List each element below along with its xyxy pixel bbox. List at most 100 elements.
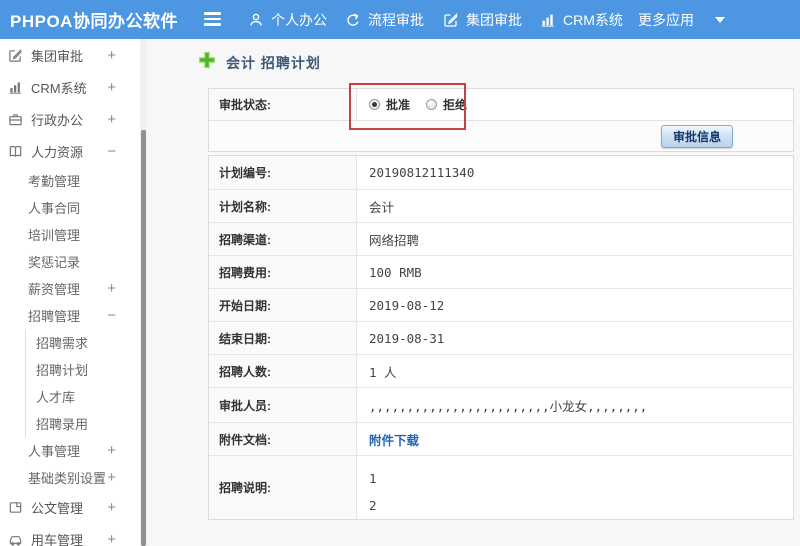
briefcase-icon <box>8 111 24 127</box>
radio-label: 拒绝 <box>443 98 468 112</box>
sidebar-item-label: 行政办公 <box>31 112 84 128</box>
sidebar-item-crm[interactable]: CRM系统 + <box>0 71 140 103</box>
nav-item-workflow-approval[interactable]: 流程审批 <box>345 0 424 39</box>
collapse-icon: − <box>107 307 116 324</box>
sidebar-item-recruit-plan[interactable]: 招聘计划 <box>26 356 140 383</box>
caret-down-icon <box>715 16 725 23</box>
nav-label: 集团审批 <box>466 11 522 28</box>
recruit-submenu: 招聘需求 招聘计划 人才库 招聘录用 <box>25 329 140 437</box>
value-headcount: 1 人 <box>369 364 397 380</box>
recruit-plan-detail-table: 计划编号: 20190812111340 计划名称: 会计 招聘渠道: 网络招聘… <box>208 155 794 520</box>
row-label: 附件文档: <box>209 423 357 455</box>
sidebar: 集团审批 + CRM系统 + 行政办公 + 人力资源 − 考勤管理 人事合同 培… <box>0 39 140 546</box>
page-title: 会计 招聘计划 <box>226 54 321 71</box>
expand-icon: + <box>107 442 116 459</box>
value-plan-number: 20190812111340 <box>369 165 475 180</box>
description-line: 1 <box>369 471 377 486</box>
expand-icon: + <box>107 78 116 96</box>
expand-icon: + <box>107 498 116 516</box>
car-icon <box>8 531 24 546</box>
radio-button-selected-icon[interactable] <box>369 99 380 110</box>
sidebar-item-label: 招聘计划 <box>36 363 89 378</box>
sidebar-item-document-mgmt[interactable]: 公文管理 + <box>0 491 140 523</box>
expand-icon: + <box>107 46 116 64</box>
value-attachment: 附件下载 <box>357 423 793 455</box>
sidebar-item-personnel-contract[interactable]: 人事合同 <box>0 194 140 221</box>
expand-icon: + <box>107 110 116 128</box>
table-row: 招聘渠道: 网络招聘 <box>209 222 793 255</box>
row-label: 招聘费用: <box>209 256 357 288</box>
sidebar-item-label: 用车管理 <box>31 532 84 546</box>
sidebar-item-recruit-mgmt[interactable]: 招聘管理 − <box>0 302 140 329</box>
bar-chart-icon <box>8 79 24 95</box>
description-line: 2 <box>369 498 377 513</box>
expand-icon: + <box>107 469 116 486</box>
row-label: 计划编号: <box>209 156 357 189</box>
expand-icon: + <box>107 280 116 297</box>
radio-label: 批准 <box>386 98 411 112</box>
nav-item-crm[interactable]: CRM系统 <box>540 0 623 39</box>
sidebar-item-label: 公文管理 <box>31 500 84 516</box>
sidebar-item-label: 培训管理 <box>28 228 81 243</box>
nav-label: 个人办公 <box>271 11 327 28</box>
row-label: 结束日期: <box>209 322 357 354</box>
sidebar-scrollbar-thumb[interactable] <box>141 130 146 546</box>
sidebar-item-personnel-mgmt[interactable]: 人事管理 + <box>0 437 140 464</box>
row-label: 开始日期: <box>209 289 357 321</box>
hamburger-menu-icon[interactable] <box>204 12 221 29</box>
table-row: 招聘说明: 1 2 <box>209 455 793 519</box>
sidebar-item-rewards-records[interactable]: 奖惩记录 <box>0 248 140 275</box>
sidebar-item-label: 招聘录用 <box>36 417 89 432</box>
workflow-icon <box>345 12 361 28</box>
row-label: 招聘人数: <box>209 355 357 387</box>
sidebar-item-talent-pool[interactable]: 人才库 <box>26 383 140 410</box>
document-icon <box>8 499 24 515</box>
row-label: 招聘说明: <box>209 456 357 519</box>
sidebar-item-attendance[interactable]: 考勤管理 <box>0 167 140 194</box>
nav-item-group-approval[interactable]: 集团审批 <box>443 0 522 39</box>
sidebar-item-recruit-demand[interactable]: 招聘需求 <box>26 329 140 356</box>
value-recruit-cost: 100 RMB <box>369 264 422 280</box>
sidebar-scrollbar-track <box>140 39 147 546</box>
collapse-icon: − <box>107 142 116 160</box>
table-row: 招聘费用: 100 RMB <box>209 255 793 288</box>
edit-icon <box>443 12 459 28</box>
sidebar-item-base-category[interactable]: 基础类别设置 + <box>0 464 140 491</box>
sidebar-item-admin-office[interactable]: 行政办公 + <box>0 103 140 135</box>
value-recruit-channel: 网络招聘 <box>369 232 420 248</box>
nav-item-more-apps[interactable]: 更多应用 <box>638 0 725 39</box>
table-row: 计划名称: 会计 <box>209 189 793 222</box>
row-label: 审批人员: <box>209 388 357 422</box>
attachment-download-link[interactable]: 附件下载 <box>369 430 419 449</box>
radio-button-icon[interactable] <box>426 99 438 110</box>
sidebar-item-recruit-hire[interactable]: 招聘录用 <box>26 410 140 437</box>
radio-approve[interactable]: 批准 <box>369 96 410 113</box>
table-row: 招聘人数: 1 人 <box>209 354 793 387</box>
book-icon <box>8 143 24 159</box>
app-logo: PHPOA协同办公软件 <box>10 12 178 31</box>
table-row: 结束日期: 2019-08-31 <box>209 321 793 354</box>
sidebar-item-vehicle-mgmt[interactable]: 用车管理 + <box>0 523 140 546</box>
sidebar-item-label: 人力资源 <box>31 144 84 160</box>
status-label: 审批状态: <box>209 89 357 120</box>
sidebar-item-group-approval[interactable]: 集团审批 + <box>0 39 140 71</box>
value-recruit-description: 1 2 <box>357 456 793 519</box>
sidebar-item-hr[interactable]: 人力资源 − <box>0 135 140 167</box>
main-content: 会计 招聘计划 审批状态: 批准 拒绝 审批信息 计划编号: 201908121… <box>147 39 800 546</box>
expand-icon: + <box>107 530 116 546</box>
nav-item-personal-office[interactable]: 个人办公 <box>248 0 327 39</box>
table-row: 审批人员: ,,,,,,,,,,,,,,,,,,,,,,,,小龙女,,,,,,,… <box>209 387 793 422</box>
sidebar-item-training[interactable]: 培训管理 <box>0 221 140 248</box>
sidebar-item-label: 招聘需求 <box>36 336 89 351</box>
value-start-date: 2019-08-12 <box>369 297 445 313</box>
row-label: 计划名称: <box>209 190 357 222</box>
sidebar-item-label: 基础类别设置 <box>28 471 107 486</box>
value-approvers: ,,,,,,,,,,,,,,,,,,,,,,,,小龙女,,,,,,,, <box>369 398 648 414</box>
sidebar-item-label: 奖惩记录 <box>28 255 81 270</box>
status-options: 批准 拒绝 <box>357 89 793 120</box>
add-plus-icon[interactable] <box>198 51 216 74</box>
radio-reject[interactable]: 拒绝 <box>426 96 467 113</box>
sidebar-item-label: 薪资管理 <box>28 282 81 297</box>
sidebar-item-salary[interactable]: 薪资管理 + <box>0 275 140 302</box>
approval-info-button[interactable]: 审批信息 <box>660 124 733 148</box>
